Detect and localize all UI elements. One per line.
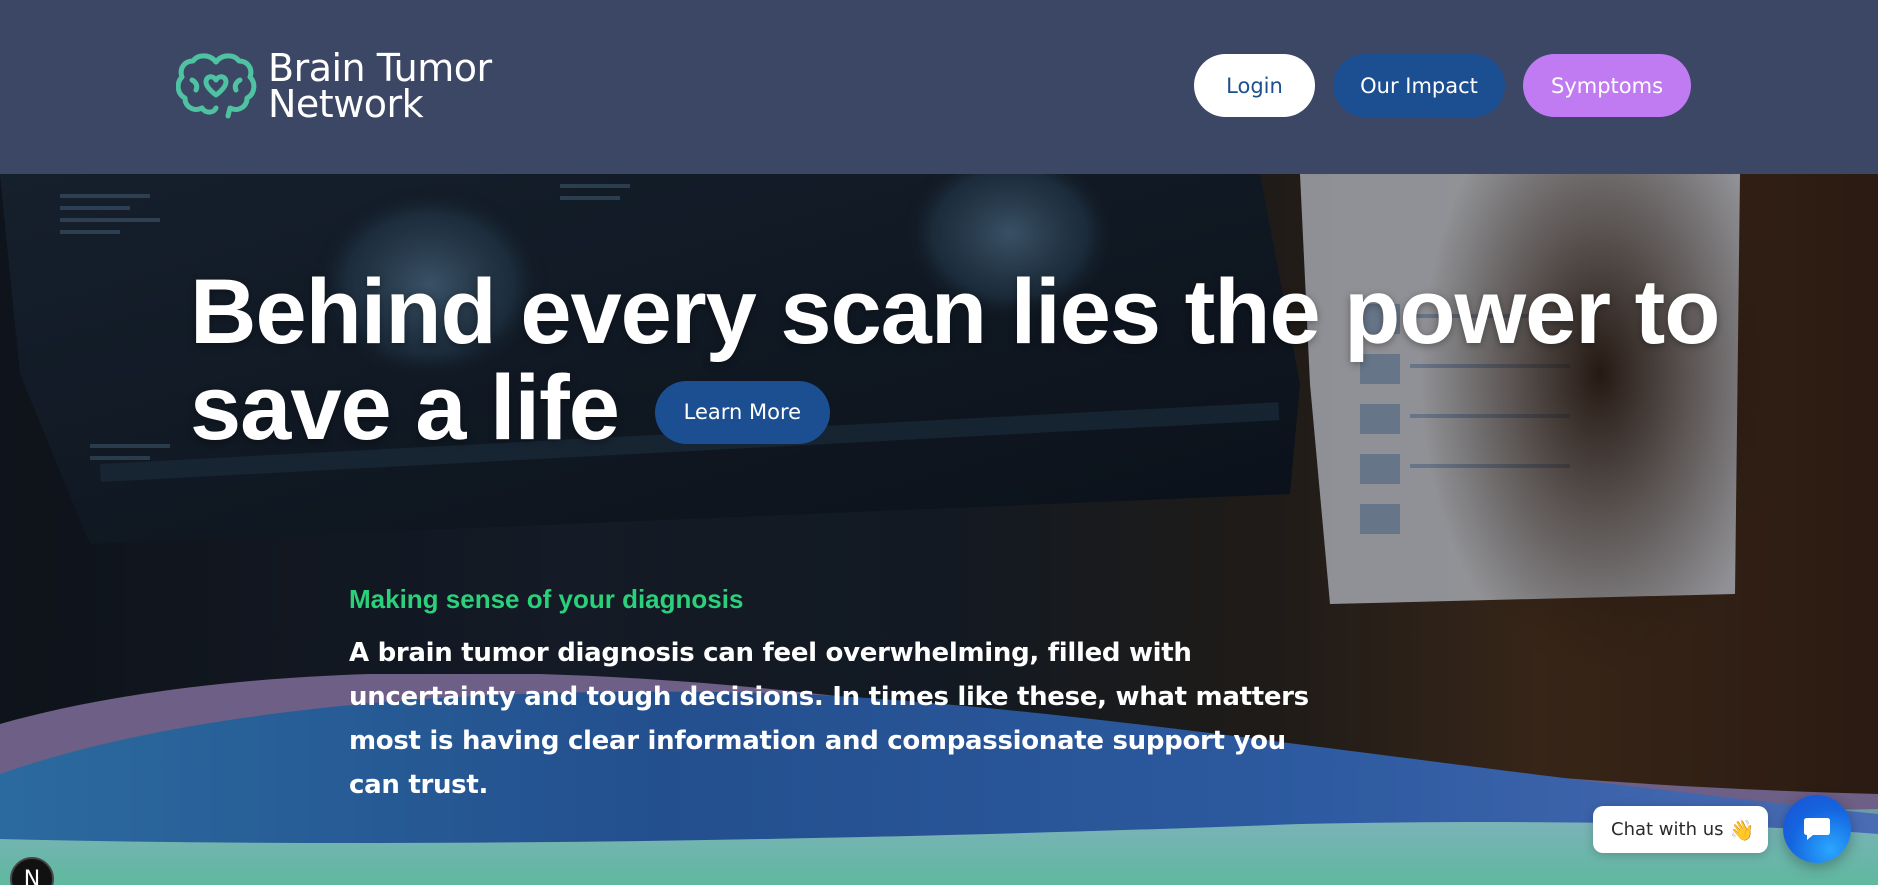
chat-with-us-label[interactable]: Chat with us 👋	[1593, 806, 1768, 853]
our-impact-button[interactable]: Our Impact	[1333, 54, 1505, 117]
logo-line-2: Network	[268, 82, 424, 126]
login-button[interactable]: Login	[1194, 54, 1315, 117]
diagnosis-info: Making sense of your diagnosis A brain t…	[349, 584, 1329, 807]
hero-headline-line-2: save a life	[190, 357, 620, 459]
hero-headline-line-1: Behind every scan lies the power to	[190, 261, 1720, 363]
chat-launcher-button[interactable]	[1783, 795, 1851, 863]
chat-label-text: Chat with us	[1611, 819, 1724, 840]
brain-heart-icon	[176, 53, 257, 119]
logo-line-1: Brain Tumor	[268, 46, 492, 90]
logo-text: Brain Tumor Network	[268, 46, 492, 126]
page: Brain Tumor Network Login Our Impact Sym…	[0, 0, 1878, 885]
chat-bubble-icon	[1804, 818, 1830, 840]
diagnosis-body: A brain tumor diagnosis can feel overwhe…	[349, 638, 1309, 800]
hero-headline-line-2-row: save a life Learn More	[190, 360, 1720, 456]
hero-headline: Behind every scan lies the power to save…	[190, 264, 1720, 456]
diagnosis-kicker: Making sense of your diagnosis	[349, 584, 744, 614]
waving-hand-icon: 👋	[1729, 817, 1755, 842]
learn-more-button[interactable]: Learn More	[654, 380, 830, 444]
hero-section: Behind every scan lies the power to save…	[0, 174, 1878, 885]
logo[interactable]: Brain Tumor Network	[176, 46, 492, 126]
site-header: Brain Tumor Network Login Our Impact Sym…	[0, 0, 1878, 174]
symptoms-button[interactable]: Symptoms	[1523, 54, 1691, 117]
